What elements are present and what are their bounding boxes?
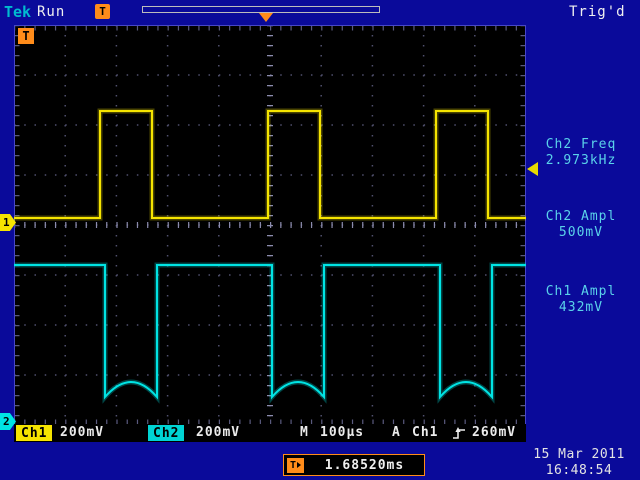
ch2-trace-glow — [14, 265, 526, 397]
measurement-ch2-ampl: Ch2 Ampl 500mV — [524, 209, 638, 241]
ch2-scale-badge: Ch2 — [148, 425, 184, 441]
ch1-trace-glow — [14, 111, 526, 218]
trigger-level-value: 260mV — [472, 425, 516, 441]
rising-edge-icon — [452, 426, 466, 440]
measurement-value: 2.973kHz — [524, 153, 638, 169]
trigger-status: Trig'd — [569, 4, 626, 20]
date-label: 15 Mar 2011 — [520, 447, 638, 463]
trigger-delay-value: 1.68520ms — [308, 458, 421, 473]
ch1-volts-per-div: 200mV — [60, 425, 104, 441]
acquisition-status: Run — [37, 4, 65, 20]
graticule: T — [14, 25, 526, 425]
time-label: 16:48:54 — [520, 463, 638, 479]
measurement-value: 432mV — [524, 300, 638, 316]
record-view-bar — [142, 6, 380, 13]
datetime: 15 Mar 2011 16:48:54 — [520, 447, 638, 479]
trigger-delay-marker: T — [287, 458, 304, 473]
trigger-position-arrow-icon — [259, 13, 273, 22]
oscilloscope-display: Tek Run T Trig'd T 1 2 Ch2 Freq 2.9 — [0, 0, 640, 480]
waveform-plot — [14, 25, 526, 425]
trigger-delay-readout: T 1.68520ms — [283, 454, 425, 476]
trigger-corner-marker: T — [18, 28, 34, 44]
right-arrow-icon — [297, 462, 301, 468]
timebase-label: M — [300, 425, 309, 441]
measurement-ch1-ampl: Ch1 Ampl 432mV — [524, 284, 638, 316]
ch1-scale-badge: Ch1 — [16, 425, 52, 441]
measurement-ch2-freq: Ch2 Freq 2.973kHz — [524, 137, 638, 169]
trigger-source: Ch1 — [412, 425, 438, 441]
measurement-label: Ch2 Ampl — [524, 209, 638, 225]
trigger-mode-label: A — [392, 425, 401, 441]
measurement-value: 500mV — [524, 225, 638, 241]
timebase-value: 100µs — [320, 425, 364, 441]
measurement-label: Ch2 Freq — [524, 137, 638, 153]
channel-status-bar: Ch1 200mV Ch2 200mV M 100µs A Ch1 260mV — [14, 424, 526, 442]
tek-logo: Tek — [4, 3, 31, 21]
trigger-t-icon: T — [95, 4, 110, 19]
trigger-delay-marker-label: T — [290, 460, 296, 471]
measurement-label: Ch1 Ampl — [524, 284, 638, 300]
ch2-volts-per-div: 200mV — [196, 425, 240, 441]
